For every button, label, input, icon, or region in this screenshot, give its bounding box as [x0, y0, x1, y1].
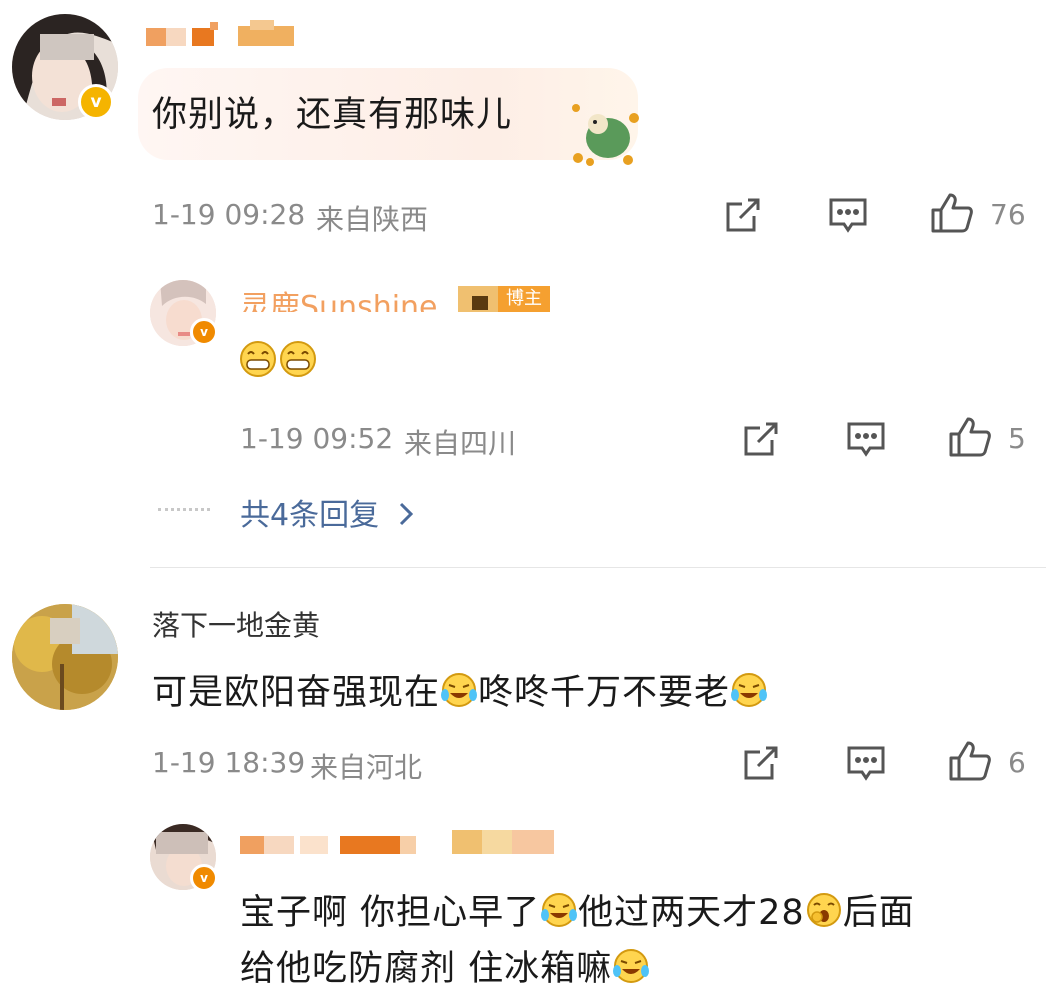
share-icon[interactable] [724, 196, 762, 238]
comment-location: 来自陕西 [316, 203, 429, 236]
verified-v-icon: v [190, 864, 218, 892]
comment-text: 可是欧阳奋强现在 咚咚千万不要老 [152, 664, 768, 718]
verified-v-icon: v [78, 84, 114, 120]
grin-emoji [240, 340, 320, 382]
laugh-cry-emoji [440, 671, 478, 718]
comment-time: 1-19 09:28 [152, 198, 306, 231]
reply-text-line2: 给他吃防腐剂 住冰箱嘛 [240, 940, 650, 994]
like-icon[interactable] [930, 192, 974, 238]
more-replies-link[interactable]: 共4条回复 [240, 490, 413, 534]
avatar[interactable] [12, 604, 118, 710]
username-mosaic[interactable] [240, 826, 560, 860]
like-count: 76 [990, 198, 1026, 231]
verified-v-icon: v [190, 318, 218, 346]
dots-separator [158, 508, 210, 511]
comment-icon[interactable] [846, 420, 886, 462]
chevron-right-icon [399, 499, 413, 534]
comment-location: 来自河北 [310, 751, 423, 784]
laugh-cry-emoji [730, 671, 768, 718]
like-icon[interactable] [948, 416, 992, 462]
reply-location: 来自四川 [404, 427, 517, 460]
author-badge: 博主 [458, 286, 550, 312]
sticker-icon [568, 98, 644, 172]
commenter-name[interactable]: 落下一地金黄 [152, 608, 320, 638]
like-count: 6 [1008, 746, 1026, 779]
like-icon[interactable] [948, 740, 992, 786]
comment-text: 你别说，还真有那味儿 [152, 95, 513, 135]
laugh-cry-emoji [540, 891, 578, 938]
divider [150, 567, 1046, 568]
comment-icon[interactable] [828, 196, 868, 238]
comment-icon[interactable] [846, 744, 886, 786]
comment-time: 1-19 18:39 [152, 746, 306, 779]
reply-text: 宝子啊 你担心早了 他过两天才28 后面 [240, 884, 915, 938]
level-icon [458, 286, 498, 312]
reply-time: 1-19 09:52 [240, 422, 394, 455]
laugh-cry-emoji [612, 947, 650, 994]
share-icon[interactable] [742, 744, 780, 786]
reply-username[interactable]: 灵鹿Sunshine [240, 280, 438, 312]
author-badge-label: 博主 [498, 286, 550, 312]
yawn-emoji [805, 891, 843, 938]
username-mosaic[interactable] [146, 20, 296, 54]
like-count: 5 [1008, 422, 1026, 455]
share-icon[interactable] [742, 420, 780, 462]
